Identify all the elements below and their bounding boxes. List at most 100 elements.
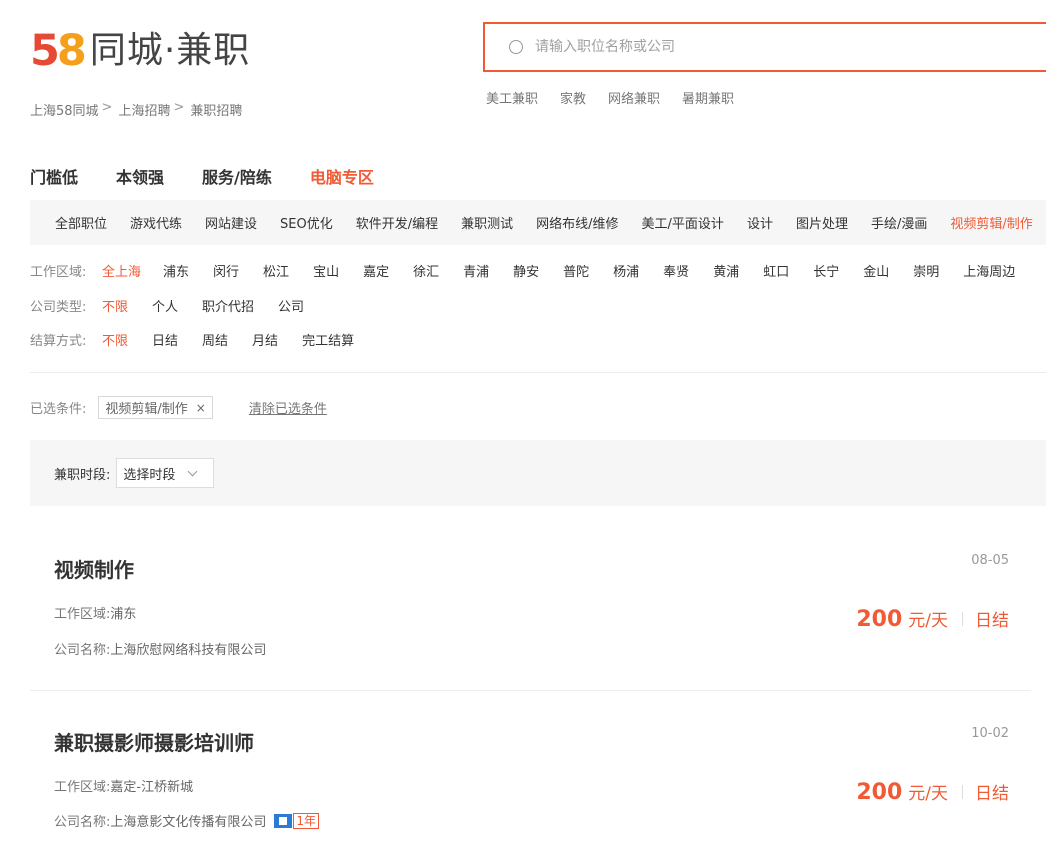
logo[interactable]: 5 8 同城·兼职 [30, 28, 250, 74]
job-company-value[interactable]: 上海意影文化传播有限公司 [110, 811, 266, 830]
search-input[interactable] [533, 38, 1017, 56]
filter-option[interactable]: 闵行 [213, 261, 239, 280]
filter-label: 工作区域: [30, 265, 87, 280]
search-box[interactable] [483, 22, 1046, 72]
subcategory-item[interactable]: 全部职位 [55, 213, 107, 232]
subcategory-item[interactable]: 设计 [747, 213, 773, 232]
time-filter-bar: 兼职时段: 选择时段 [30, 440, 1046, 506]
breadcrumb: 上海58同城 > 上海招聘 > 兼职招聘 [30, 100, 242, 119]
pay-unit: 元/天 [908, 611, 948, 631]
job-card[interactable]: 兼职摄影师摄影培训师 10-02 工作区域: 嘉定-江桥新城 公司名称: 上海意… [30, 713, 1031, 842]
job-area-value: 嘉定-江桥新城 [110, 780, 194, 795]
job-company: 公司名称: 上海欣慰网络科技有限公司 [54, 639, 266, 658]
filter-option[interactable]: 嘉定 [363, 261, 389, 280]
tab-computer[interactable]: 电脑专区 [310, 164, 374, 188]
filter-option[interactable]: 虹口 [763, 261, 789, 280]
subcategory-bar: 全部职位 游戏代练 网站建设 SEO优化 软件开发/编程 兼职测试 网络布线/维… [30, 200, 1046, 245]
filter-option[interactable]: 不限 [102, 296, 128, 315]
filter-option[interactable]: 月结 [252, 330, 278, 349]
filter-area: 工作区域: 全上海 浦东 闵行 松江 宝山 嘉定 徐汇 青浦 静安 普陀 杨浦 … [30, 261, 1015, 280]
filter-option[interactable]: 上海周边 [963, 261, 1015, 280]
job-title[interactable]: 视频制作 [54, 554, 134, 583]
filter-option[interactable]: 松江 [263, 261, 289, 280]
job-card[interactable]: 视频制作 08-05 工作区域: 浦东 公司名称: 上海欣慰网络科技有限公司 2… [30, 540, 1031, 690]
filter-label: 公司类型: [30, 300, 87, 315]
filter-option[interactable]: 黄浦 [713, 261, 739, 280]
hotword-link[interactable]: 暑期兼职 [682, 88, 734, 107]
pay-unit: 元/天 [908, 784, 948, 804]
subcategory-item[interactable]: 兼职测试 [461, 213, 513, 232]
filter-option[interactable]: 职介代招 [202, 296, 254, 315]
filter-option[interactable]: 公司 [278, 296, 304, 315]
pay-divider [962, 612, 963, 626]
time-select-value: 选择时段 [123, 467, 176, 483]
job-date: 10-02 [971, 726, 1009, 741]
filter-option[interactable]: 周结 [202, 330, 228, 349]
tab-service[interactable]: 服务/陪练 [202, 164, 272, 188]
filter-option[interactable]: 青浦 [463, 261, 489, 280]
job-company-value[interactable]: 上海欣慰网络科技有限公司 [110, 639, 266, 658]
clear-conditions-link[interactable]: 清除已选条件 [249, 398, 327, 417]
subcategory-item[interactable]: 软件开发/编程 [356, 213, 438, 232]
filter-option[interactable]: 静安 [513, 261, 539, 280]
subcategory-item[interactable]: 网站建设 [205, 213, 257, 232]
filter-option[interactable]: 金山 [863, 261, 889, 280]
filter-option[interactable]: 奉贤 [663, 261, 689, 280]
filter-option[interactable]: 完工结算 [302, 330, 354, 349]
time-select[interactable]: 选择时段 [116, 458, 215, 488]
selected-tag-text: 视频剪辑/制作 [105, 402, 188, 417]
hotword-link[interactable]: 网络兼职 [608, 88, 660, 107]
subcategory-item-active[interactable]: 视频剪辑/制作 [950, 213, 1032, 232]
filter-option[interactable]: 宝山 [313, 261, 339, 280]
subcategory-item[interactable]: 游戏代练 [130, 213, 182, 232]
hotword-link[interactable]: 美工兼职 [486, 88, 538, 107]
filter-option[interactable]: 徐汇 [413, 261, 439, 280]
breadcrumb-link[interactable]: 上海招聘 [118, 100, 170, 119]
hotword-link[interactable]: 家教 [560, 88, 586, 107]
selected-conditions: 已选条件: 视频剪辑/制作 × 清除已选条件 [30, 396, 327, 419]
membership-years: 1年 [293, 812, 320, 829]
divider [30, 690, 1031, 691]
chevron-down-icon [187, 466, 198, 476]
logo-text: 同城·兼职 [89, 30, 251, 71]
job-area-label: 工作区域: [54, 780, 111, 795]
subcategory-item[interactable]: 图片处理 [796, 213, 848, 232]
job-pay: 200 元/天 日结 [856, 606, 1009, 632]
tab-threshold-low[interactable]: 门槛低 [30, 164, 78, 188]
subcategory-item[interactable]: 手绘/漫画 [871, 213, 927, 232]
breadcrumb-link[interactable]: 上海58同城 [30, 100, 99, 119]
selected-tag: 视频剪辑/制作 × [98, 396, 213, 419]
category-tabs: 门槛低 本领强 服务/陪练 电脑专区 [30, 164, 412, 188]
tab-skill[interactable]: 本领强 [116, 164, 164, 188]
job-area-label: 工作区域: [54, 607, 111, 622]
job-company: 公司名称: 上海意影文化传播有限公司 1年 [54, 811, 320, 830]
job-area: 工作区域: 浦东 [54, 603, 136, 622]
breadcrumb-link[interactable]: 兼职招聘 [190, 100, 242, 119]
filter-option[interactable]: 崇明 [913, 261, 939, 280]
job-date: 08-05 [971, 553, 1009, 568]
logo-digit-5: 5 [30, 26, 60, 76]
filter-option[interactable]: 个人 [152, 296, 178, 315]
membership-badge: 1年 [274, 812, 320, 829]
subcategory-item[interactable]: 网络布线/维修 [536, 213, 618, 232]
job-title[interactable]: 兼职摄影师摄影培训师 [54, 727, 254, 756]
filter-option[interactable]: 不限 [102, 330, 128, 349]
time-filter-label: 兼职时段: [54, 467, 111, 483]
filter-option[interactable]: 浦东 [163, 261, 189, 280]
filter-option[interactable]: 杨浦 [613, 261, 639, 280]
subcategory-item[interactable]: 美工/平面设计 [642, 213, 724, 232]
job-pay: 200 元/天 日结 [856, 779, 1009, 805]
pay-settlement: 日结 [975, 611, 1009, 631]
filter-option[interactable]: 长宁 [813, 261, 839, 280]
logo-digit-8: 8 [56, 26, 87, 76]
filter-settlement: 结算方式: 不限 日结 周结 月结 完工结算 [30, 330, 378, 349]
close-icon[interactable]: × [196, 401, 206, 415]
job-company-label: 公司名称: [54, 815, 111, 830]
job-area: 工作区域: 嘉定-江桥新城 [54, 776, 193, 795]
breadcrumb-separator: > [173, 100, 185, 115]
filter-option[interactable]: 全上海 [102, 261, 141, 280]
membership-icon [274, 813, 293, 828]
filter-option[interactable]: 普陀 [563, 261, 589, 280]
filter-option[interactable]: 日结 [152, 330, 178, 349]
subcategory-item[interactable]: SEO优化 [280, 213, 333, 232]
